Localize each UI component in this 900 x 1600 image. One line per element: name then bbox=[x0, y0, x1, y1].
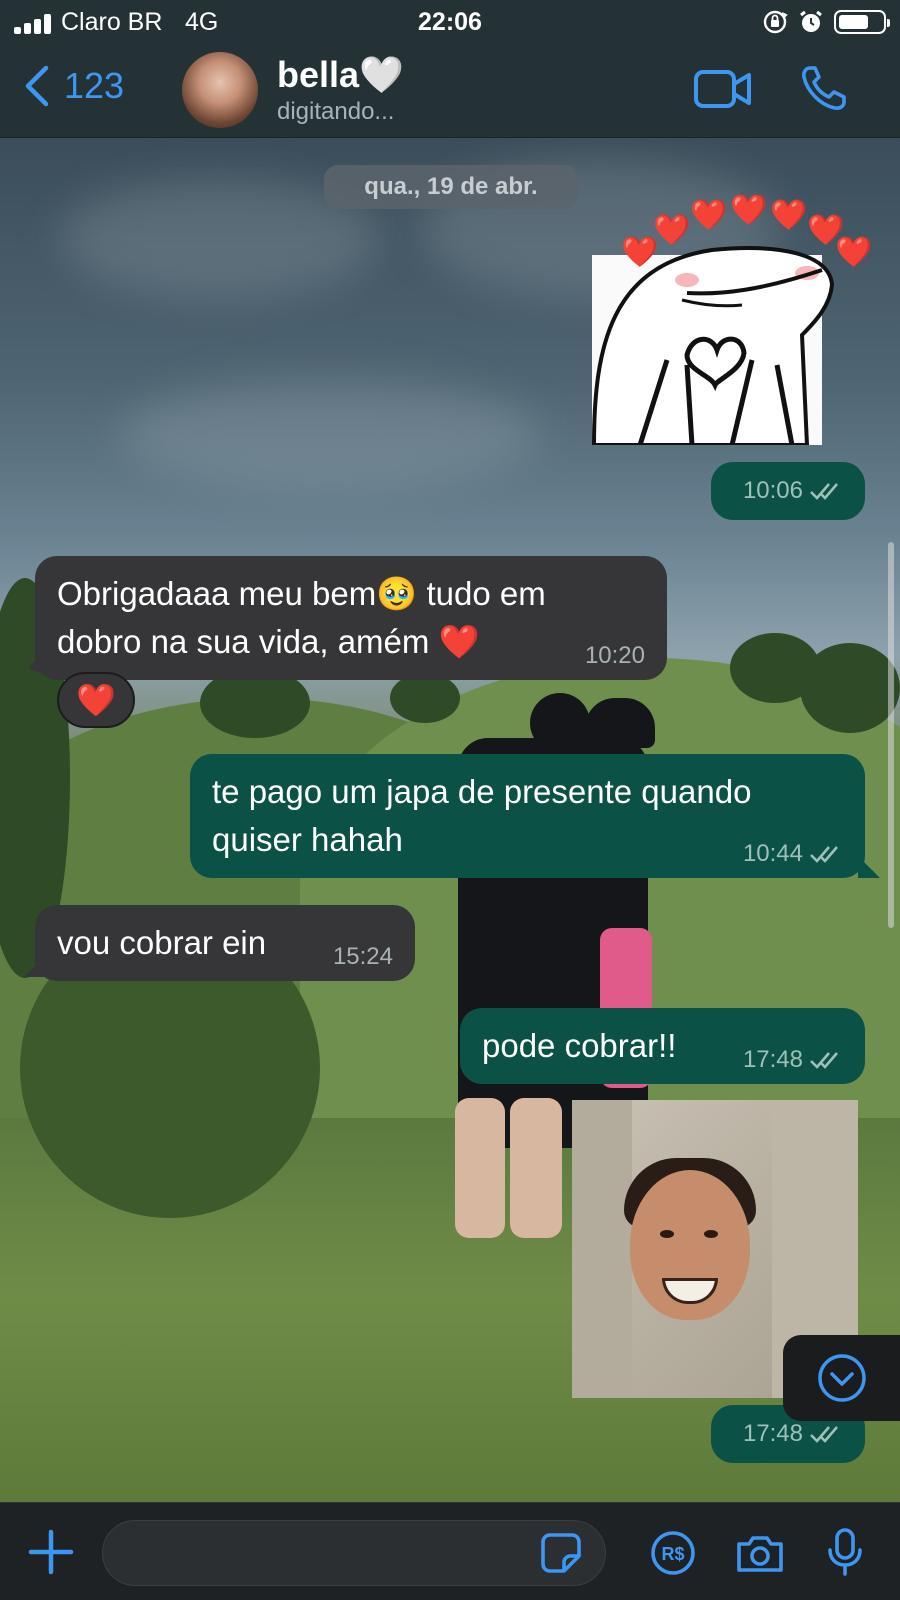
double-check-icon bbox=[810, 483, 838, 500]
alarm-icon bbox=[800, 10, 822, 32]
date-separator: qua., 19 de abr. bbox=[324, 165, 578, 209]
plus-icon bbox=[28, 1529, 74, 1575]
message-time: 10:44 bbox=[743, 842, 843, 866]
message-bubble-incoming[interactable]: Obrigadaaa meu bem🥹 tudo em dobro na sua… bbox=[35, 556, 667, 680]
flork-hearts-sticker[interactable]: ❤️ ❤️ ❤️ ❤️ ❤️ ❤️ ❤️ bbox=[592, 195, 872, 445]
svg-text:R$: R$ bbox=[661, 1544, 684, 1564]
chevron-left-icon bbox=[25, 65, 49, 107]
avatar[interactable] bbox=[182, 52, 258, 128]
voice-message-button[interactable] bbox=[826, 1527, 864, 1582]
reaction-emoji: ❤️ bbox=[76, 682, 116, 718]
contact-name[interactable]: bella🤍 bbox=[277, 54, 404, 96]
message-reaction[interactable]: ❤️ bbox=[57, 672, 135, 728]
chevron-down-circle-icon bbox=[817, 1354, 866, 1402]
double-check-icon bbox=[810, 846, 838, 863]
voice-call-button[interactable] bbox=[800, 64, 848, 117]
phone-icon bbox=[802, 66, 846, 110]
status-icons bbox=[762, 9, 890, 35]
chat-header: 123 bella🤍 digitando... bbox=[0, 46, 900, 138]
pix-icon: R$ bbox=[651, 1531, 695, 1575]
camera-button[interactable] bbox=[735, 1534, 785, 1579]
status-bar: Claro BR 4G 22:06 bbox=[0, 0, 900, 46]
svg-text:❤️: ❤️ bbox=[730, 195, 768, 227]
microphone-icon bbox=[828, 1528, 862, 1576]
video-call-button[interactable] bbox=[694, 68, 752, 115]
camera-icon bbox=[737, 1536, 783, 1572]
message-time: 17:48 bbox=[743, 1048, 843, 1072]
message-bubble-outgoing[interactable]: te pago um japa de presente quando quise… bbox=[190, 754, 865, 878]
message-bubble-outgoing[interactable]: 10:06 bbox=[711, 462, 865, 520]
pix-payment-button[interactable]: R$ bbox=[650, 1530, 696, 1581]
svg-text:❤️: ❤️ bbox=[690, 198, 728, 232]
message-bubble-outgoing[interactable]: pode cobrar!! 17:48 bbox=[460, 1008, 865, 1084]
sticker-button[interactable] bbox=[540, 1532, 582, 1579]
message-input[interactable] bbox=[102, 1520, 606, 1586]
message-bubble-incoming[interactable]: vou cobrar ein 15:24 bbox=[35, 905, 415, 981]
svg-text:❤️: ❤️ bbox=[835, 235, 872, 269]
sticker-icon bbox=[541, 1533, 581, 1573]
chat-scrollbar[interactable] bbox=[888, 542, 894, 928]
message-text: te pago um japa de presente quando quise… bbox=[212, 773, 752, 858]
battery-icon bbox=[834, 10, 890, 34]
double-check-icon bbox=[810, 1052, 838, 1069]
svg-text:❤️: ❤️ bbox=[653, 213, 691, 247]
rotation-lock-icon bbox=[763, 10, 788, 34]
message-time: 10:06 bbox=[743, 479, 843, 503]
message-input-bar: R$ bbox=[0, 1502, 900, 1600]
message-time: 17:48 bbox=[743, 1422, 843, 1446]
message-text: Obrigadaaa meu bem🥹 tudo em dobro na sua… bbox=[57, 575, 546, 660]
message-time: 15:24 bbox=[332, 943, 393, 970]
double-check-icon bbox=[810, 1426, 838, 1443]
svg-text:❤️: ❤️ bbox=[770, 198, 808, 232]
back-button[interactable]: 123 bbox=[24, 64, 124, 108]
message-time: 10:20 bbox=[584, 642, 645, 669]
back-count: 123 bbox=[64, 65, 125, 106]
attach-button[interactable] bbox=[28, 1529, 74, 1580]
scroll-to-bottom-button[interactable] bbox=[783, 1335, 900, 1421]
video-camera-icon bbox=[694, 70, 751, 108]
contact-status: digitando... bbox=[277, 98, 395, 125]
